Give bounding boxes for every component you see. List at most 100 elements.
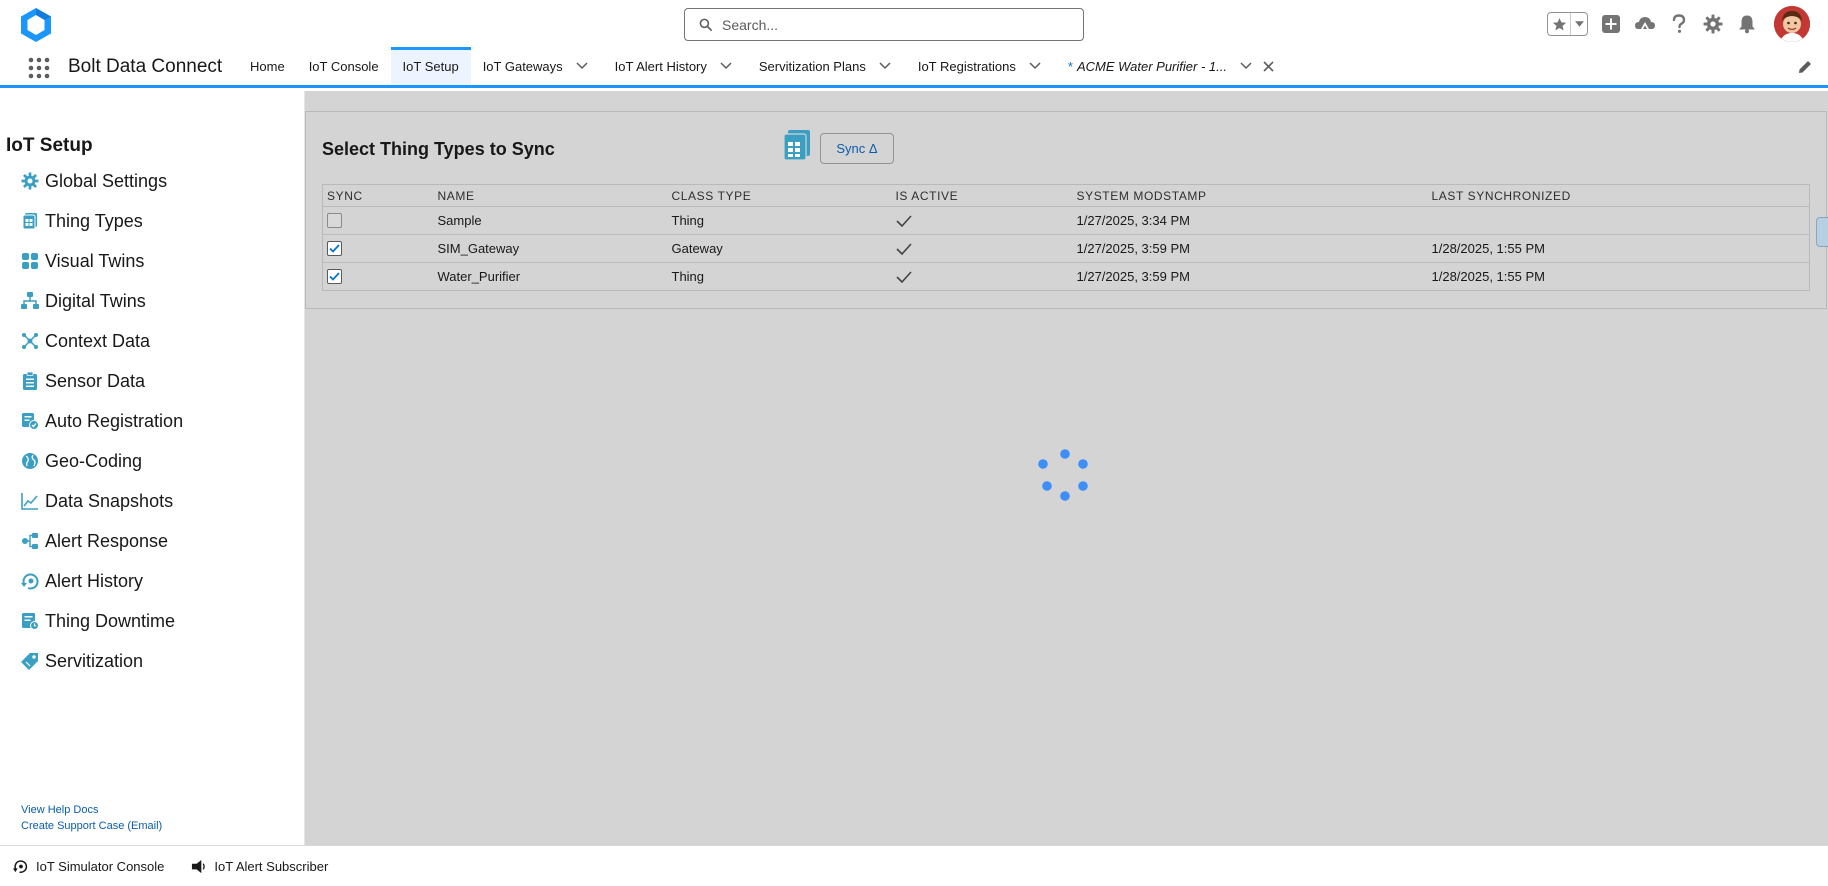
utility-item-iot-simulator-console[interactable]: IoT Simulator Console: [12, 858, 164, 874]
view-help-docs-link[interactable]: View Help Docs: [21, 802, 162, 818]
table-row: Sample Thing 1/27/2025, 3:34 PM: [322, 206, 1810, 235]
sync-checkbox[interactable]: [327, 269, 342, 284]
search-placeholder: Search...: [722, 16, 779, 33]
sidebar-item-sensor-data[interactable]: Sensor Data: [20, 361, 183, 401]
checkmark-icon: [895, 270, 1073, 283]
favorites-dropdown-icon[interactable]: [1571, 13, 1587, 35]
app-logo-icon[interactable]: [18, 6, 54, 44]
create-support-case-link[interactable]: Create Support Case (Email): [21, 818, 162, 834]
thing-types-icon: [20, 211, 40, 231]
trailhead-icon[interactable]: [1634, 13, 1656, 35]
sidebar-item-label: Geo-Coding: [45, 450, 143, 471]
sidebar-item-thing-downtime[interactable]: Thing Downtime: [20, 601, 183, 641]
nav-tabs: Home IoT Console IoT Setup IoT Gateways …: [238, 47, 1289, 85]
header-actions: [1547, 6, 1810, 42]
sidebar-item-alert-response[interactable]: Alert Response: [20, 521, 183, 561]
utility-item-iot-alert-subscriber[interactable]: IoT Alert Subscriber: [190, 858, 328, 874]
app-launcher-icon[interactable]: [28, 57, 50, 79]
card-title: Select Thing Types to Sync: [322, 139, 555, 159]
notifications-bell-icon[interactable]: [1736, 13, 1758, 35]
user-avatar[interactable]: [1774, 6, 1810, 42]
tab-iot-console[interactable]: IoT Console: [297, 47, 391, 85]
tab-iot-registrations[interactable]: IoT Registrations: [906, 47, 1056, 85]
sidebar-item-label: Thing Types: [45, 210, 143, 231]
sync-thing-types-card: Select Thing Types to Sync Sync Δ SYNC N…: [305, 111, 1827, 309]
cell-name: Sample: [433, 206, 668, 235]
table-row: Water_Purifier Thing 1/27/2025, 3:59 PM …: [323, 263, 1810, 291]
column-header-is-active[interactable]: IS ACTIVE: [891, 184, 1073, 207]
sidebar-title: IoT Setup: [6, 135, 93, 156]
column-header-last-synchronized[interactable]: LAST SYNCHRONIZED: [1427, 184, 1810, 207]
tab-label: Home: [250, 58, 285, 74]
chevron-down-icon[interactable]: [573, 57, 591, 75]
hierarchy-icon: [20, 291, 40, 311]
sidebar-item-label: Auto Registration: [45, 410, 184, 431]
setup-gear-icon[interactable]: [1702, 13, 1724, 35]
chevron-down-icon[interactable]: [876, 57, 894, 75]
checkmark-icon: [895, 242, 1073, 255]
close-tab-icon[interactable]: [1261, 58, 1277, 74]
sidebar-menu: Global Settings Thing Types Visual Twins…: [20, 161, 183, 681]
sidebar-item-alert-history[interactable]: Alert History: [20, 561, 183, 601]
sidebar-item-geo-coding[interactable]: Geo-Coding: [20, 441, 183, 481]
sidebar-item-label: Digital Twins: [45, 290, 146, 311]
spreadsheet-icon[interactable]: [782, 129, 812, 161]
sidebar-item-servitization[interactable]: Servitization: [20, 641, 183, 681]
sidebar-item-thing-types[interactable]: Thing Types: [20, 201, 183, 241]
sync-delta-button[interactable]: Sync Δ: [820, 133, 894, 164]
column-header-class-type[interactable]: CLASS TYPE: [667, 184, 892, 207]
alert-subscriber-icon: [190, 858, 206, 874]
chevron-down-icon[interactable]: [1237, 57, 1255, 75]
iot-setup-sidebar: IoT Setup Global Settings Thing Types Vi…: [0, 91, 305, 845]
sidebar-item-label: Alert History: [45, 570, 144, 591]
sidebar-item-visual-twins[interactable]: Visual Twins: [20, 241, 183, 281]
network-icon: [20, 331, 40, 351]
downtime-icon: [20, 611, 40, 631]
utility-item-label: IoT Simulator Console: [36, 858, 165, 874]
tag-icon: [20, 651, 40, 671]
alert-response-icon: [20, 531, 40, 551]
global-header: Search...: [0, 0, 1828, 47]
global-add-icon[interactable]: [1600, 13, 1622, 35]
cell-modstamp: 1/27/2025, 3:59 PM: [1076, 269, 1190, 284]
cell-modstamp: 1/27/2025, 3:34 PM: [1072, 206, 1428, 235]
edit-nav-pencil-icon[interactable]: [1798, 60, 1812, 74]
main-content: Select Thing Types to Sync Sync Δ SYNC N…: [305, 91, 1828, 845]
sidebar-item-auto-registration[interactable]: Auto Registration: [20, 401, 183, 441]
table-row: SIM_Gateway Gateway 1/27/2025, 3:59 PM 1…: [322, 234, 1810, 263]
sidebar-item-label: Alert Response: [45, 530, 169, 551]
tab-iot-gateways[interactable]: IoT Gateways: [471, 47, 603, 85]
sync-checkbox[interactable]: [327, 213, 342, 228]
tab-servitization-plans[interactable]: Servitization Plans: [747, 47, 906, 85]
collapsed-panel-handle[interactable]: [1816, 217, 1828, 247]
tab-iot-alert-history[interactable]: IoT Alert History: [603, 47, 747, 85]
simulator-icon: [12, 858, 28, 874]
favorites-star-icon[interactable]: [1548, 13, 1572, 35]
tab-acme-water-purifier[interactable]: * ACME Water Purifier - 1...: [1056, 47, 1289, 85]
sidebar-item-label: Sensor Data: [45, 370, 146, 391]
tab-label: IoT Gateways: [482, 58, 563, 74]
app-navigation-bar: Bolt Data Connect Home IoT Console IoT S…: [0, 47, 1828, 88]
sidebar-item-data-snapshots[interactable]: Data Snapshots: [20, 481, 183, 521]
chevron-down-icon[interactable]: [1026, 57, 1044, 75]
favorites-button-group: [1547, 12, 1588, 36]
tab-iot-setup[interactable]: IoT Setup: [390, 47, 471, 85]
column-header-name[interactable]: NAME: [433, 184, 668, 207]
sidebar-item-label: Context Data: [45, 330, 151, 351]
column-header-sync[interactable]: SYNC: [322, 184, 434, 207]
cell-last-synchronized: 1/28/2025, 1:55 PM: [1431, 269, 1545, 284]
sidebar-item-context-data[interactable]: Context Data: [20, 321, 183, 361]
help-icon[interactable]: [1668, 13, 1690, 35]
column-header-system-modstamp[interactable]: SYSTEM MODSTAMP: [1072, 184, 1428, 207]
sync-checkbox[interactable]: [327, 241, 342, 256]
sidebar-item-global-settings[interactable]: Global Settings: [20, 161, 183, 201]
tab-home[interactable]: Home: [238, 47, 297, 85]
loading-spinner-icon: [1035, 449, 1091, 509]
sidebar-item-label: Visual Twins: [45, 250, 145, 271]
unsaved-marker: *: [1067, 58, 1073, 74]
chevron-down-icon[interactable]: [717, 57, 735, 75]
sidebar-item-digital-twins[interactable]: Digital Twins: [20, 281, 183, 321]
cell-class-type: Thing: [671, 269, 705, 284]
global-search-input[interactable]: Search...: [684, 8, 1084, 41]
gear-icon: [20, 171, 40, 191]
